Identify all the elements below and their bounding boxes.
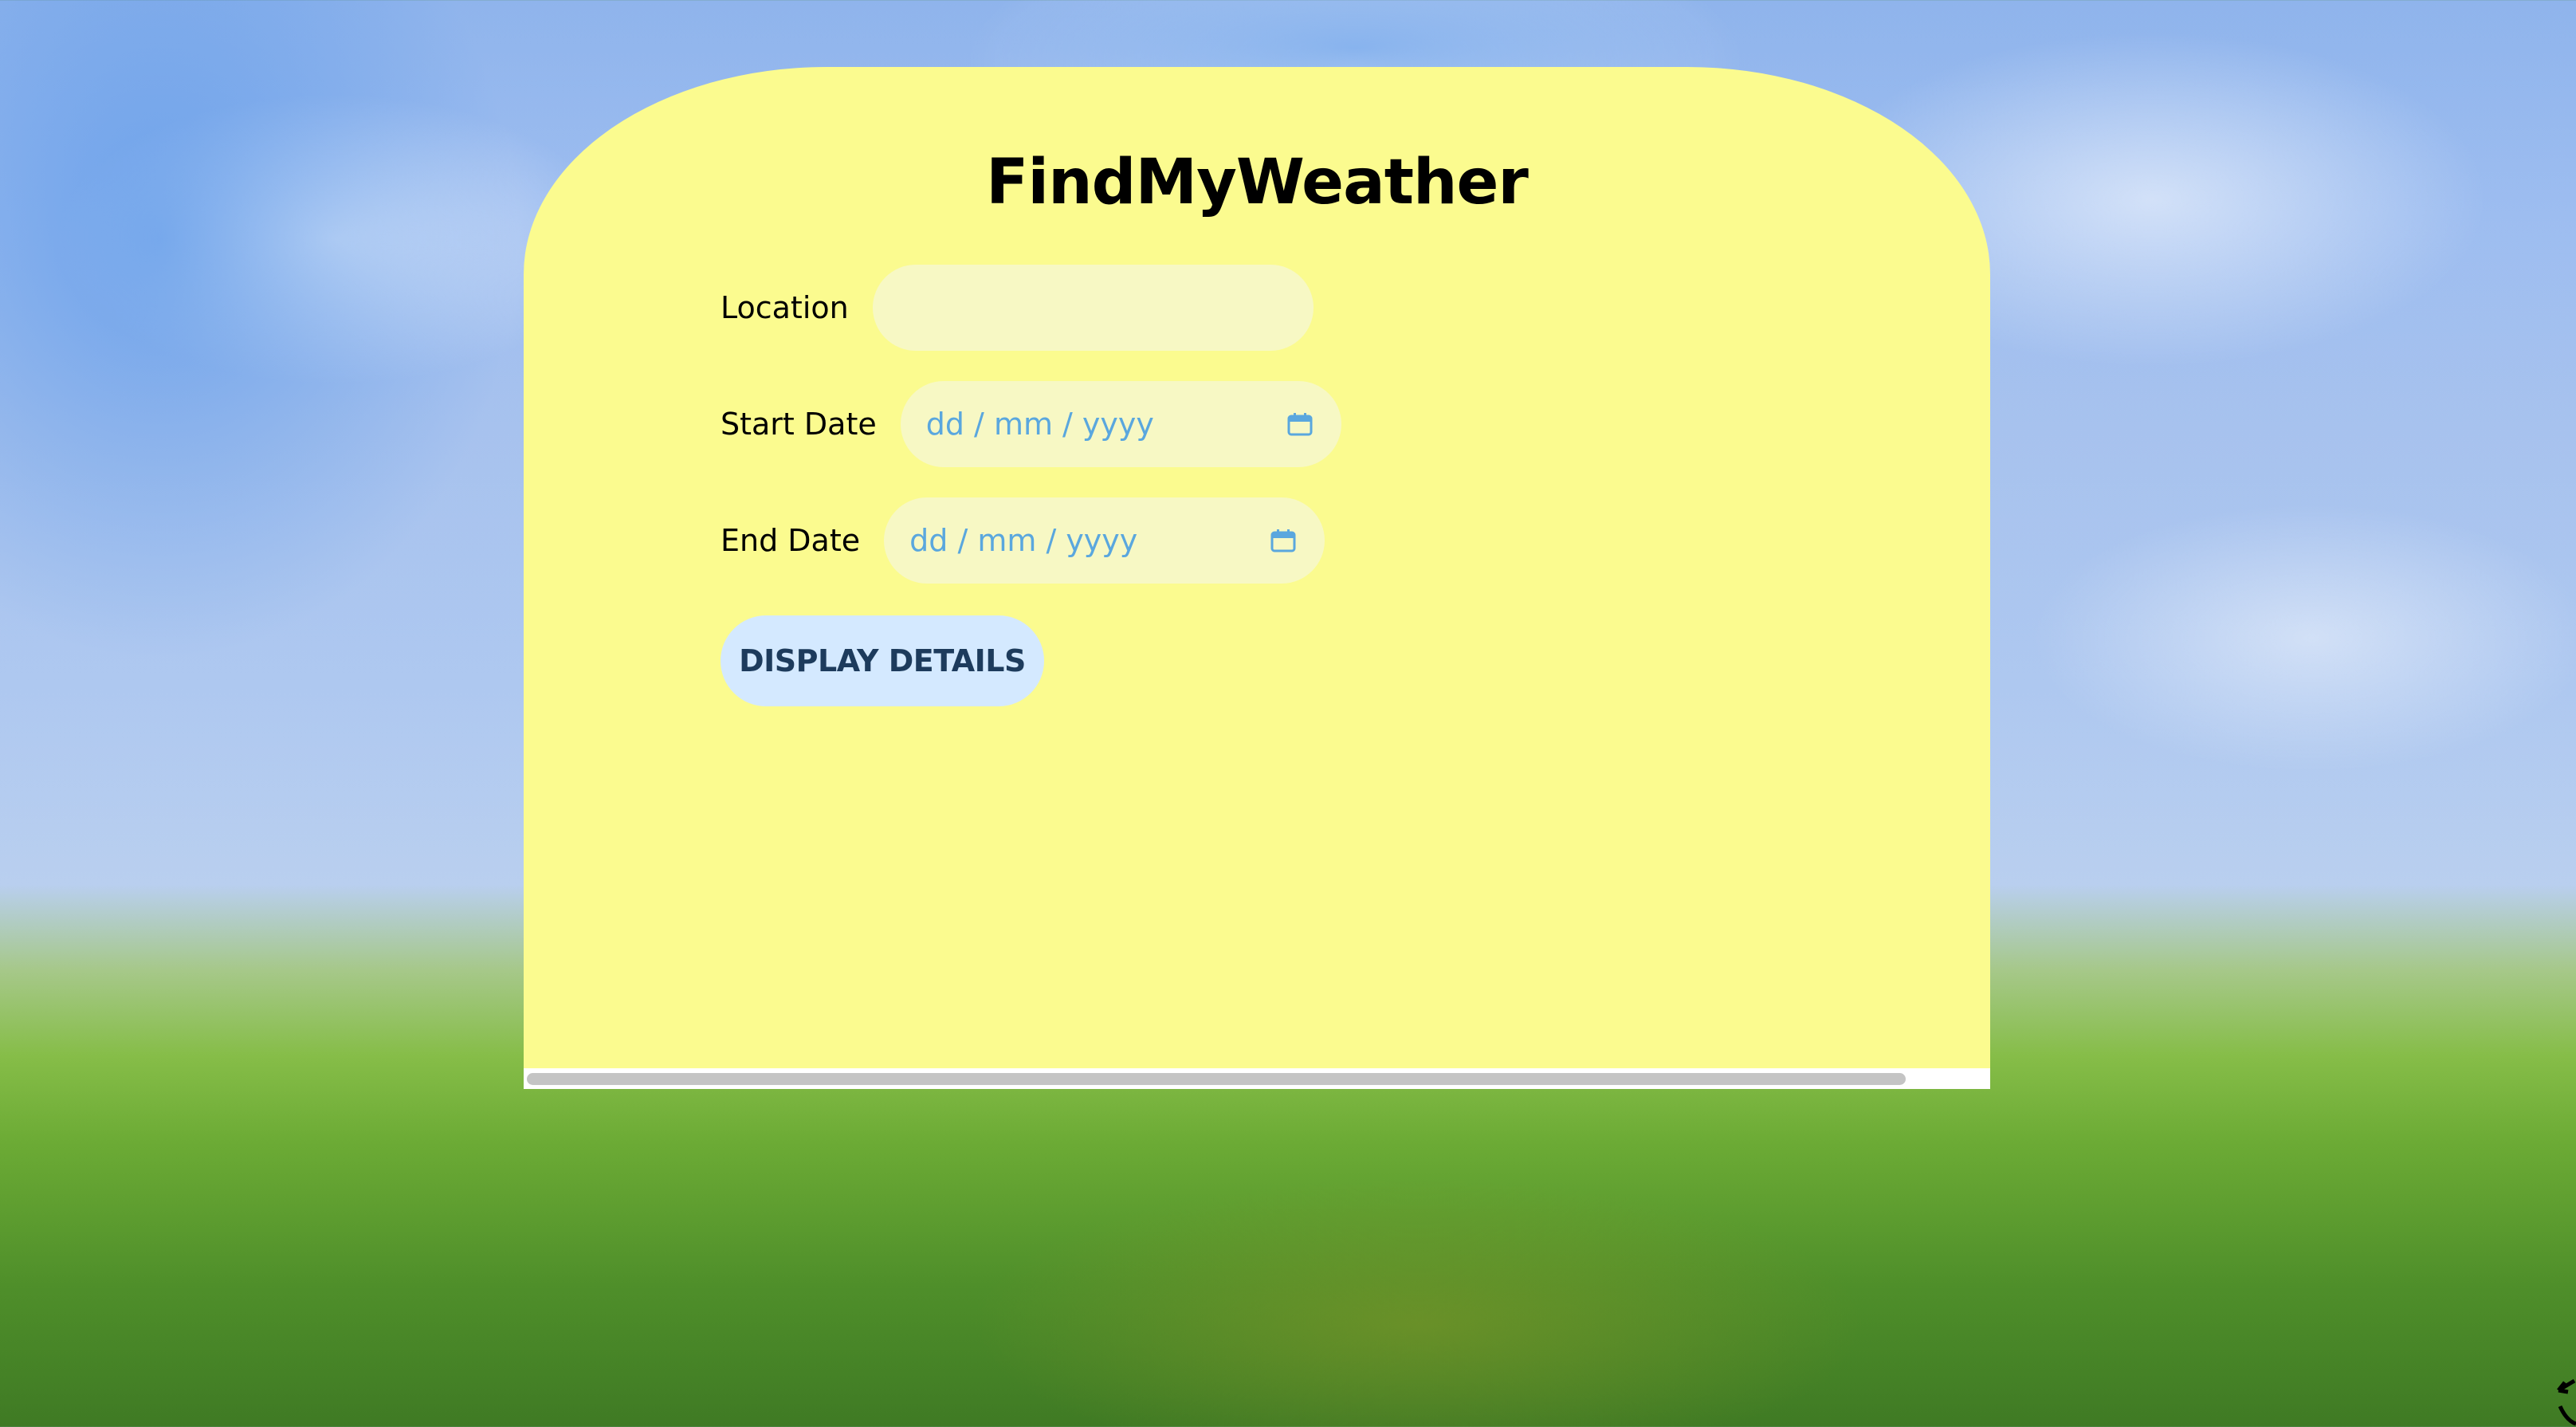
- horizontal-scrollbar[interactable]: [524, 1068, 1990, 1089]
- start-date-placeholder: dd / mm / yyyy: [925, 407, 1154, 442]
- end-date-label: End Date: [721, 523, 861, 558]
- end-date-row: End Date dd / mm / yyyy: [721, 497, 1325, 584]
- scrollbar-thumb[interactable]: [527, 1073, 1906, 1085]
- end-date-placeholder: dd / mm / yyyy: [909, 523, 1138, 558]
- calendar-icon[interactable]: [1270, 529, 1296, 552]
- page-title: FindMyWeather: [986, 147, 1529, 218]
- location-label: Location: [721, 290, 849, 325]
- start-date-row: Start Date dd / mm / yyyy: [721, 381, 1341, 467]
- background-sky: [0, 0, 606, 1036]
- calendar-icon[interactable]: [1287, 412, 1313, 436]
- start-date-label: Start Date: [721, 407, 877, 442]
- location-row: Location: [721, 265, 1314, 351]
- resize-corner-icon: [2544, 1371, 2576, 1427]
- weather-card: FindMyWeather Location Start Date dd / m…: [524, 67, 1990, 1089]
- location-input[interactable]: [872, 265, 1314, 351]
- end-date-input[interactable]: dd / mm / yyyy: [884, 497, 1325, 584]
- display-details-button[interactable]: DISPLAY DETAILS: [721, 615, 1044, 706]
- start-date-input[interactable]: dd / mm / yyyy: [900, 381, 1341, 467]
